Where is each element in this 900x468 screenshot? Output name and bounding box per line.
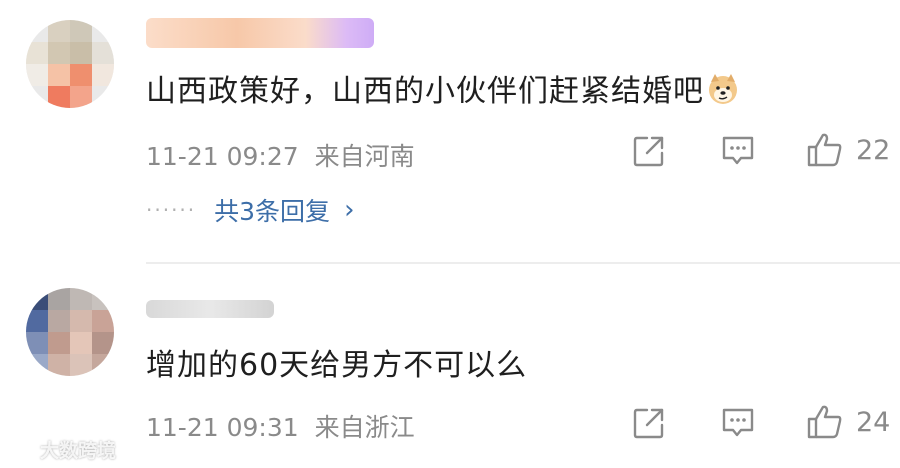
comment-icon	[722, 408, 754, 437]
avatar[interactable]	[26, 20, 114, 108]
comment-text: 山西政策好，山西的小伙伴们赶紧结婚吧	[146, 66, 740, 114]
replies-count-label: 共3条回复	[214, 197, 331, 226]
watermark-text: 大数跨境	[40, 440, 117, 462]
like-count: 22	[856, 134, 891, 166]
comment-item: 增加的60天给男方不可以么 11-21 09:31 来自浙江 24	[0, 264, 900, 468]
share-button[interactable]	[632, 406, 666, 440]
comment-location: 来自浙江	[314, 413, 415, 442]
comment-date: 11-21 09:31	[146, 413, 299, 442]
thumbs-up-icon	[807, 133, 842, 167]
like-count: 24	[856, 406, 891, 438]
view-replies-link[interactable]: ······ 共3条回复 ›	[146, 192, 354, 228]
comment-meta: 11-21 09:31 来自浙江	[146, 408, 415, 444]
doge-emoji	[706, 72, 740, 114]
share-icon	[633, 136, 664, 167]
username-redacted[interactable]	[146, 18, 374, 48]
comment-item: 山西政策好，山西的小伙伴们赶紧结婚吧 11-21 09:27 来自河南 22 ·…	[0, 0, 900, 264]
watermark: 大数跨境	[2, 436, 116, 463]
reply-button[interactable]	[720, 406, 756, 440]
comment-text: 增加的60天给男方不可以么	[146, 348, 528, 383]
reply-button[interactable]	[720, 134, 756, 168]
like-button[interactable]: 24	[806, 404, 890, 440]
thumbs-up-icon	[807, 405, 842, 439]
comment-date: 11-21 09:27	[146, 142, 299, 171]
username-redacted[interactable]	[146, 300, 274, 318]
like-button[interactable]: 22	[806, 132, 890, 168]
chevron-right-icon: ›	[344, 195, 355, 225]
comment-icon	[722, 136, 754, 165]
share-icon	[633, 408, 664, 439]
comment-location: 来自河南	[314, 142, 415, 171]
comment-meta: 11-21 09:27 来自河南	[146, 137, 415, 173]
share-button[interactable]	[632, 134, 666, 168]
avatar[interactable]	[26, 288, 114, 376]
watermark-logo-icon	[2, 441, 33, 458]
replies-dots: ······	[146, 198, 197, 222]
